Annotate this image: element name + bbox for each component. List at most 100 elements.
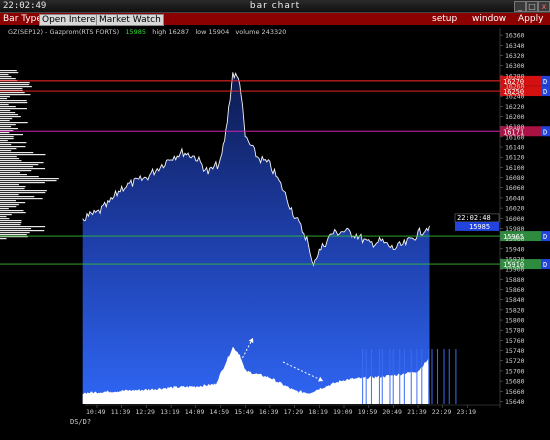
y-tick-label: 16160 — [505, 133, 525, 141]
volume-profile-bar — [0, 138, 14, 140]
y-tick-label: 15780 — [505, 327, 525, 335]
volume-profile-bar — [0, 132, 10, 134]
y-tick-label: 16000 — [505, 215, 525, 223]
last-price-label: 15985 — [469, 223, 490, 231]
volume-profile-bar — [0, 182, 45, 184]
y-tick-label: 15760 — [505, 337, 525, 345]
volume-profile-bar — [0, 98, 8, 100]
volume-profile-bar — [0, 188, 25, 190]
price-area-fill — [82, 72, 430, 405]
y-tick-label: 15860 — [505, 286, 525, 294]
volume-profile-bar — [0, 150, 12, 152]
y-tick-label: 16300 — [505, 62, 525, 70]
y-tick-label: 15940 — [505, 245, 525, 253]
volume-profile-bar — [0, 116, 21, 118]
y-tick-label: 16360 — [505, 32, 525, 40]
volume-profile-bar — [0, 238, 7, 240]
volume-profile-bar — [0, 104, 9, 106]
y-tick-label: 16220 — [505, 103, 525, 111]
volume-profile-bar — [0, 164, 39, 166]
volume-profile-bar — [0, 194, 19, 196]
volume-profile-bar — [0, 120, 10, 122]
x-tick-label: 20:49 — [382, 408, 402, 416]
volume-profile-bar — [0, 124, 16, 126]
x-tick-label: 16:39 — [259, 408, 279, 416]
volume-profile-bar — [0, 112, 16, 114]
volume-profile-bar — [0, 108, 27, 110]
volume-profile-bar — [0, 110, 11, 112]
volume-profile-bar — [0, 168, 45, 170]
volume-profile-bar — [0, 152, 34, 154]
x-tick-label: 15:49 — [234, 408, 254, 416]
y-tick-label: 16320 — [505, 52, 525, 60]
volume-profile-bar — [0, 146, 26, 148]
volume-profile-bar — [0, 186, 26, 188]
volume-profile-bar — [0, 178, 59, 180]
volume-profile-bar — [0, 74, 9, 76]
volume-profile-bar — [0, 230, 45, 232]
volume-profile-bar — [0, 86, 32, 88]
x-tick-label: 10:49 — [86, 408, 106, 416]
y-tick-label: 16140 — [505, 144, 525, 152]
volume-profile-bar — [0, 232, 30, 234]
volume-profile-bar — [0, 94, 31, 96]
volume-profile-bar — [0, 70, 17, 72]
x-axis: 10:49 11:39 12:29 13:19 14:09 14:59 15:49 16:39… — [85, 404, 500, 416]
y-tick-label: 16280 — [505, 72, 525, 80]
y-tick-label: 15880 — [505, 276, 525, 284]
y-tick-label: 15700 — [505, 367, 525, 375]
volume-profile-bar — [0, 184, 19, 186]
volume-profile-bar — [0, 72, 19, 74]
volume-profile-bar — [0, 220, 22, 222]
volume-profile-bar — [0, 128, 18, 130]
y-tick-label: 16040 — [505, 194, 525, 202]
volume-profile-bar — [0, 202, 26, 204]
volume-profile-bar — [0, 100, 27, 102]
volume-profile-bar — [0, 166, 33, 168]
volume-profile-bar — [0, 84, 30, 86]
volume-profile-bar — [0, 102, 28, 104]
y-tick-label: 16260 — [505, 82, 525, 90]
volume-profile-bar — [0, 224, 21, 226]
x-tick-label: 18:19 — [308, 408, 328, 416]
x-tick-label: 22:29 — [432, 408, 452, 416]
y-tick-label: 15840 — [505, 296, 525, 304]
volume-profile-bar — [0, 170, 32, 172]
volume-profile-bar — [0, 144, 12, 146]
volume-profile-bar — [0, 174, 27, 176]
volume-profile-bar — [0, 172, 21, 174]
level-flag-text: D — [543, 78, 547, 86]
volume-profile-bar — [0, 212, 26, 214]
status-note: DS/D? — [70, 418, 92, 426]
volume-profile-bar — [0, 162, 44, 164]
volume-profile-bar — [0, 96, 10, 98]
volume-profile-bar — [0, 190, 47, 192]
volume-profile-bar — [0, 214, 12, 216]
volume-profile-bar — [0, 156, 17, 158]
y-tick-label: 16020 — [505, 205, 525, 213]
y-tick-label: 15820 — [505, 306, 525, 314]
price-area — [82, 72, 430, 405]
volume-profile-bar — [0, 78, 16, 80]
y-tick-label: 15640 — [505, 398, 525, 406]
y-tick-label: 16180 — [505, 123, 525, 131]
volume-profile-bar — [0, 118, 13, 120]
volume-profile-bar — [0, 228, 32, 230]
x-tick-label: 23:19 — [457, 408, 477, 416]
y-tick-label: 15920 — [505, 255, 525, 263]
volume-profile-bar — [0, 218, 10, 220]
x-tick-label: 19:09 — [333, 408, 353, 416]
volume-profile-bar — [0, 208, 9, 210]
y-tick-label: 15720 — [505, 357, 525, 365]
volume-profile-bar — [0, 206, 17, 208]
y-tick-label: 15980 — [505, 225, 525, 233]
y-tick-label: 15960 — [505, 235, 525, 243]
volume-profile-bar — [0, 136, 14, 138]
volume-profile-bar — [0, 92, 25, 94]
volume-profile-bar — [0, 234, 27, 236]
price-chart[interactable]: 16270 D16250 D16171 D15965 D15910 D22:02:4815… — [0, 0, 550, 440]
level-flag-text: D — [543, 88, 547, 96]
x-tick-label: 21:39 — [407, 408, 427, 416]
y-tick-label: 15800 — [505, 317, 525, 325]
x-tick-label: 14:59 — [210, 408, 230, 416]
